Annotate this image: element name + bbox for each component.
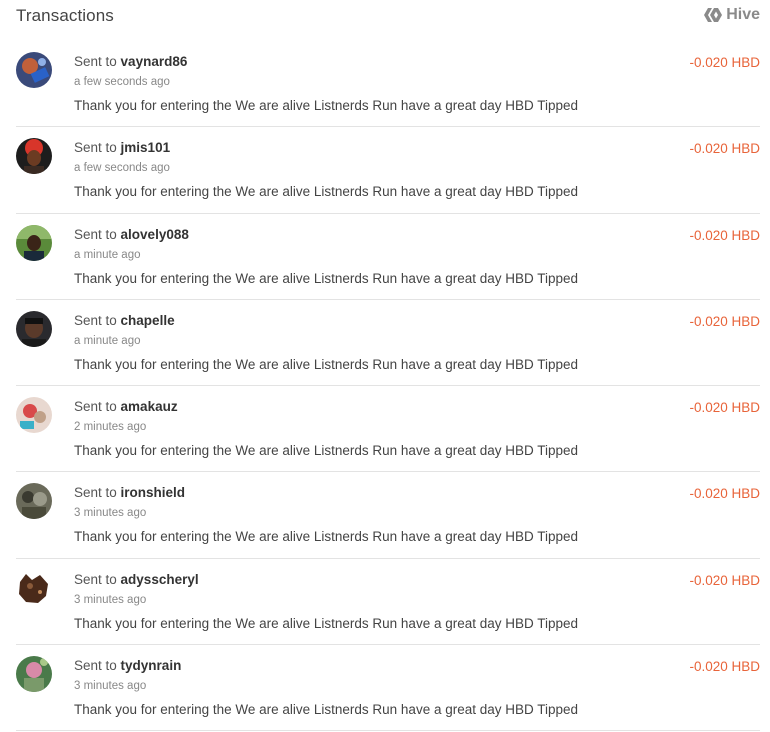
transaction-time: a minute ago	[74, 334, 141, 347]
transaction-amount: -0.020 HBD	[689, 572, 760, 588]
user-avatar[interactable]	[16, 397, 52, 434]
transaction-row[interactable]: Sent to adysscheryl 3 minutes ago Thank …	[16, 559, 760, 646]
transaction-row[interactable]: Sent to chapelle a minute ago Thank you …	[16, 300, 760, 387]
sent-to-label: Sent to	[74, 485, 117, 501]
user-avatar[interactable]	[16, 52, 52, 88]
transaction-list: Sent to vaynard86 a few seconds ago Than…	[16, 41, 760, 732]
sent-to-label: Sent to	[74, 140, 117, 156]
recipient-username[interactable]: alovely088	[121, 227, 189, 242]
recipient-username[interactable]: adysscheryl	[121, 572, 199, 587]
transaction-memo: Thank you for entering the We are alive …	[74, 529, 579, 545]
recipient-line: Sent to chapelle	[74, 313, 175, 328]
hive-brand[interactable]: Hive	[704, 6, 760, 24]
transaction-time: a few seconds ago	[74, 162, 170, 175]
transaction-time: 2 minutes ago	[74, 421, 147, 434]
transaction-time: a minute ago	[74, 248, 141, 261]
transactions-panel: Transactions Hive Sent to vaynard86 a fe…	[0, 0, 770, 732]
recipient-line: Sent to adysscheryl	[74, 572, 199, 587]
transaction-time: a few seconds ago	[74, 76, 170, 88]
recipient-username[interactable]: vaynard86	[121, 54, 188, 69]
sent-to-label: Sent to	[74, 571, 117, 587]
sent-to-label: Sent to	[74, 658, 117, 674]
hive-logo-icon	[704, 7, 723, 23]
transaction-memo: Thank you for entering the We are alive …	[74, 356, 579, 372]
transaction-row[interactable]: Sent to alovely088 a minute ago Thank yo…	[16, 214, 760, 300]
recipient-line: Sent to vaynard86	[74, 54, 187, 69]
recipient-line: Sent to ironshield	[74, 485, 185, 500]
transaction-amount: -0.020 HBD	[689, 227, 760, 243]
recipient-username[interactable]: chapelle	[121, 313, 175, 328]
transaction-time: 3 minutes ago	[74, 680, 147, 693]
user-avatar[interactable]	[16, 224, 52, 261]
transaction-memo: Thank you for entering the We are alive …	[74, 443, 579, 459]
recipient-line: Sent to jmis101	[74, 140, 170, 155]
transaction-row[interactable]: Sent to tydynrain 3 minutes ago Thank yo…	[16, 645, 760, 732]
recipient-username[interactable]: amakauz	[121, 399, 178, 414]
transaction-row[interactable]: Sent to jmis101 a few seconds ago Thank …	[16, 127, 760, 214]
recipient-line: Sent to alovely088	[74, 227, 189, 242]
transaction-memo: Thank you for entering the We are alive …	[74, 615, 579, 631]
sent-to-label: Sent to	[74, 54, 117, 69]
user-avatar[interactable]	[16, 310, 52, 347]
transaction-amount: -0.020 HBD	[689, 55, 760, 70]
recipient-username[interactable]: tydynrain	[121, 658, 182, 673]
recipient-username[interactable]: ironshield	[121, 485, 186, 500]
transaction-time: 3 minutes ago	[74, 593, 147, 606]
recipient-line: Sent to tydynrain	[74, 658, 181, 673]
panel-header: Transactions Hive	[16, 0, 760, 34]
recipient-line: Sent to amakauz	[74, 399, 178, 414]
transaction-amount: -0.020 HBD	[689, 313, 760, 329]
sent-to-label: Sent to	[74, 399, 117, 415]
transaction-memo: Thank you for entering the We are alive …	[74, 270, 579, 286]
user-avatar[interactable]	[16, 138, 52, 175]
transaction-row[interactable]: Sent to ironshield 3 minutes ago Thank y…	[16, 472, 760, 559]
sent-to-label: Sent to	[74, 226, 117, 242]
sent-to-label: Sent to	[74, 312, 117, 328]
transaction-memo: Thank you for entering the We are alive …	[74, 184, 579, 200]
transaction-amount: -0.020 HBD	[689, 400, 760, 416]
transaction-memo: Thank you for entering the We are alive …	[74, 98, 579, 113]
transaction-row[interactable]: Sent to amakauz 2 minutes ago Thank you …	[16, 386, 760, 473]
brand-label: Hive	[726, 6, 760, 23]
user-avatar[interactable]	[16, 569, 52, 606]
transaction-amount: -0.020 HBD	[689, 141, 760, 157]
panel-title: Transactions	[16, 6, 114, 25]
transaction-time: 3 minutes ago	[74, 507, 147, 520]
user-avatar[interactable]	[16, 656, 52, 693]
user-avatar[interactable]	[16, 483, 52, 520]
transaction-memo: Thank you for entering the We are alive …	[74, 702, 579, 718]
recipient-username[interactable]: jmis101	[121, 140, 171, 155]
transaction-row[interactable]: Sent to vaynard86 a few seconds ago Than…	[16, 41, 760, 128]
transaction-amount: -0.020 HBD	[689, 486, 760, 502]
transaction-amount: -0.020 HBD	[689, 659, 760, 675]
